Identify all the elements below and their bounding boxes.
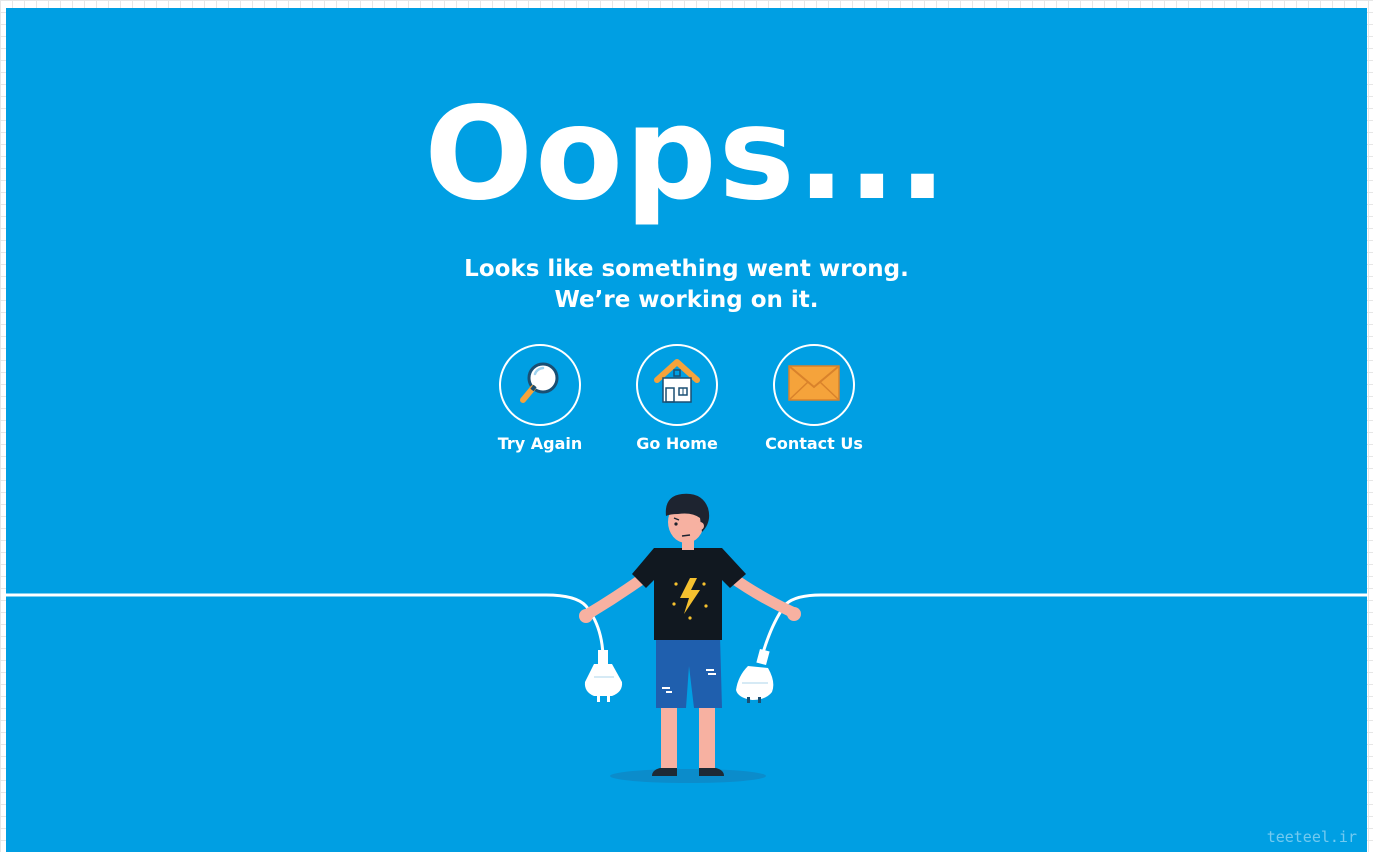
action-bar: Try Again Go Home Contact Us [495, 344, 863, 453]
shorts [656, 636, 722, 708]
contact-us-button[interactable]: Contact Us [765, 344, 863, 453]
error-message-line-2: We’re working on it. [554, 287, 819, 313]
magnifier-icon [513, 356, 567, 415]
right-cable [760, 593, 1367, 657]
error-message-line-1: Looks like something went wrong. [464, 256, 909, 282]
figure-shadow [610, 769, 766, 783]
error-panel: Oops... Looks like something went wrong.… [6, 8, 1367, 852]
try-again-button[interactable]: Try Again [495, 344, 585, 453]
left-arm [582, 570, 652, 620]
contact-us-label[interactable]: Contact Us [765, 434, 863, 453]
try-again-label[interactable]: Try Again [498, 434, 583, 453]
right-arm [724, 570, 798, 618]
right-shoe [699, 768, 724, 776]
error-title: Oops... [424, 80, 949, 229]
go-home-circle[interactable] [636, 344, 718, 426]
contact-us-circle[interactable] [773, 344, 855, 426]
try-again-circle[interactable] [499, 344, 581, 426]
error-message: Looks like something went wrong. We’re w… [6, 254, 1367, 316]
right-plug-icon [736, 648, 774, 703]
house-icon [649, 356, 705, 415]
go-home-button[interactable]: Go Home [632, 344, 722, 453]
left-shoe [652, 768, 677, 776]
left-cable [6, 593, 605, 657]
unplugged-cable-illustration [6, 493, 1367, 783]
watermark: teeteel.ir [1266, 828, 1357, 846]
go-home-label[interactable]: Go Home [636, 434, 718, 453]
envelope-icon [786, 361, 842, 410]
left-plug-icon [584, 650, 623, 702]
